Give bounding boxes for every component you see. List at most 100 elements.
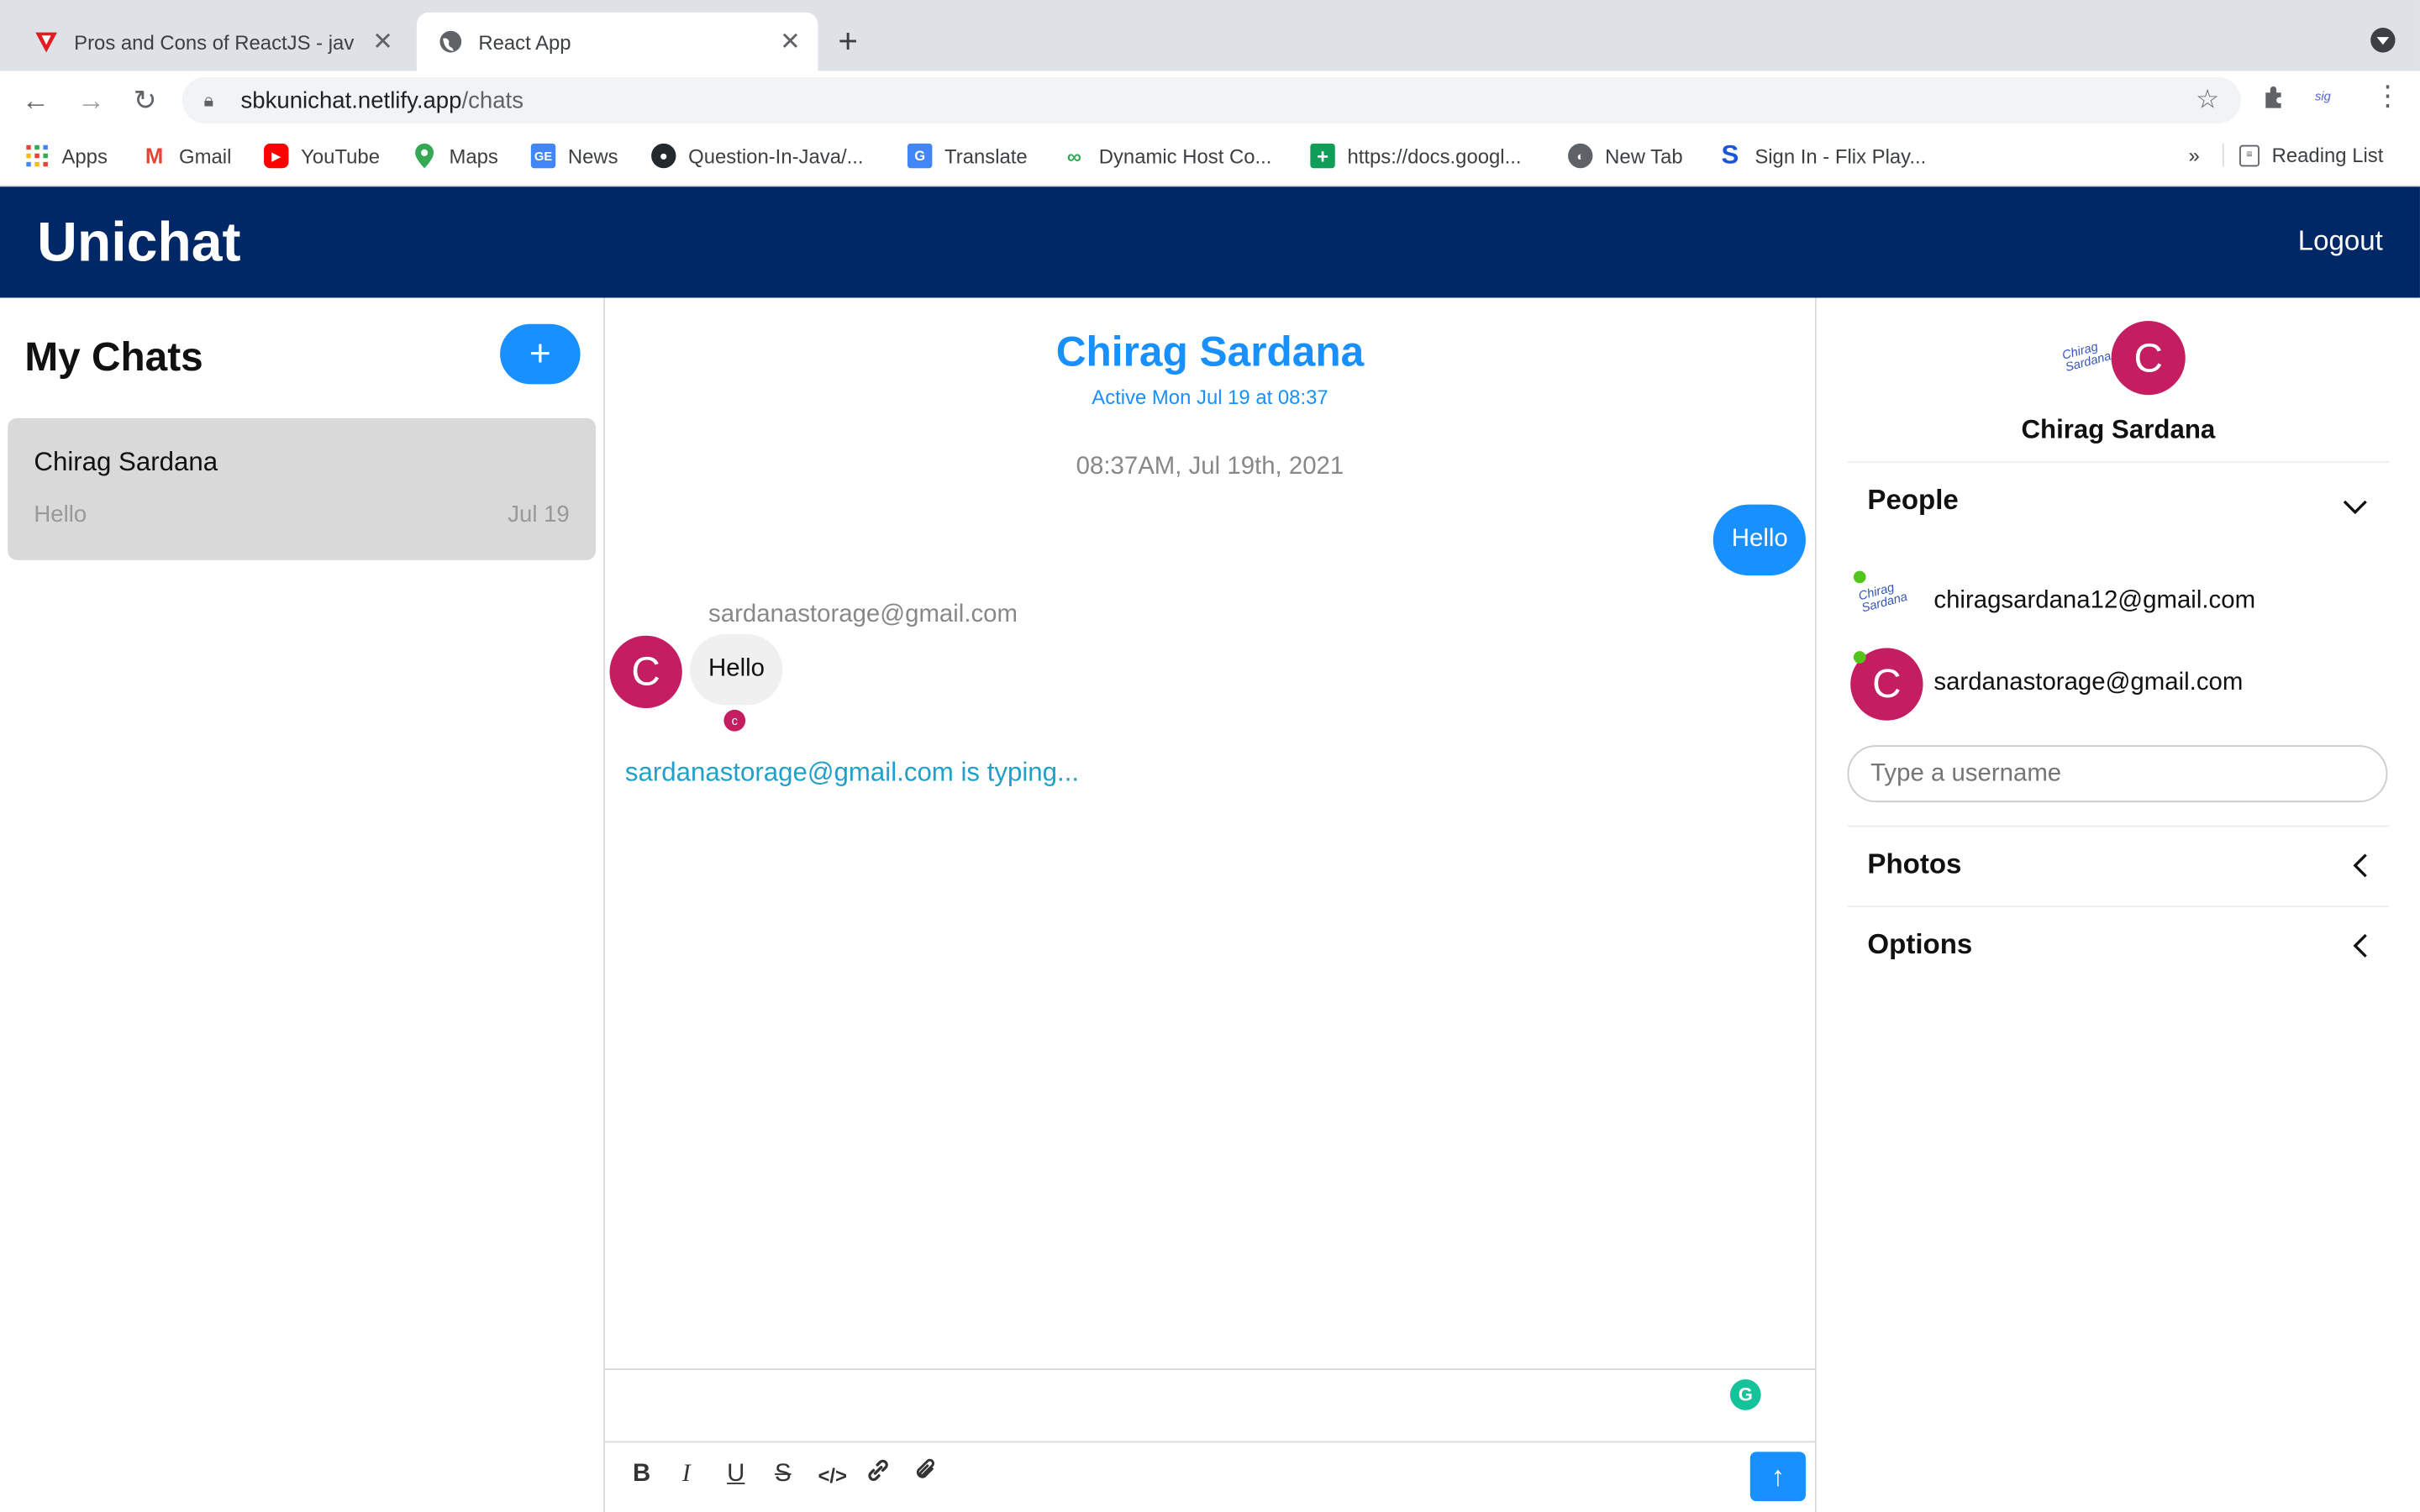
profile-avatar-icon[interactable]: sig <box>2315 90 2331 104</box>
bookmark-maps[interactable]: Maps <box>412 143 498 169</box>
bookmark-translate[interactable]: G Translate <box>907 143 1028 169</box>
tab-search-icon[interactable] <box>2370 28 2396 53</box>
sheets-icon: + <box>1310 143 1335 169</box>
chat-settings-name: Chirag Sardana <box>2021 415 2216 444</box>
maps-pin-icon <box>412 143 436 169</box>
bookmark-docs-google[interactable]: + https://docs.googl... <box>1310 143 1521 169</box>
person-email: sardanastorage@gmail.com <box>1933 669 2244 696</box>
section-title: Options <box>1867 928 1973 960</box>
github-icon: ● <box>651 143 676 169</box>
apps-grid-icon <box>24 144 49 168</box>
close-tab-icon[interactable]: ✕ <box>775 26 806 57</box>
tab-react-app[interactable]: React App ✕ <box>416 12 818 71</box>
send-button[interactable]: ↑ <box>1749 1452 1806 1502</box>
flix-s-icon: S <box>1721 140 1739 171</box>
tab-title: Pros and Cons of ReactJS - jav <box>74 29 355 54</box>
link-icon[interactable] <box>865 1457 892 1492</box>
browser-menu-icon[interactable]: ⋮ <box>2374 81 2402 113</box>
section-title: People <box>1867 484 1959 516</box>
browser-tabstrip: Pros and Cons of ReactJS - jav ✕ React A… <box>0 0 2420 71</box>
news-icon: GE <box>530 143 556 169</box>
chat-list-title: My Chats <box>24 333 203 380</box>
signature-avatar: Chirag Sardana <box>2060 339 2113 375</box>
reading-list[interactable]: ≡ Reading List <box>2222 143 2384 167</box>
bookmarks-bar: Apps M Gmail ▶ YouTube Maps GE News ● Questi… <box>0 129 2420 187</box>
grammarly-icon[interactable]: G <box>1729 1379 1761 1410</box>
new-tab-icon[interactable]: + <box>838 22 858 62</box>
bookmark-label: Gmail <box>179 144 232 168</box>
logout-button[interactable]: Logout <box>2298 225 2383 258</box>
their-message-bubble: Hello <box>690 633 784 706</box>
message-sender: sardanastorage@gmail.com <box>708 601 1018 628</box>
underline-icon[interactable]: U <box>727 1461 744 1488</box>
bookmark-label: New Tab <box>1605 144 1683 168</box>
signature-avatar: Chirag Sardana <box>1856 580 1909 616</box>
chat-list-panel: My Chats + Chirag Sardana Hello Jul 19 <box>0 297 605 1512</box>
reading-list-label: Reading List <box>2271 143 2384 167</box>
chat-card[interactable]: Chirag Sardana Hello Jul 19 <box>8 417 596 560</box>
italic-icon[interactable]: I <box>682 1461 691 1488</box>
avatar: C <box>609 635 682 709</box>
format-toolbar: B I U S </> ↑ <box>605 1441 1815 1511</box>
app-header: Unichat Logout <box>0 186 2420 298</box>
youtube-icon: ▶ <box>264 143 289 169</box>
bookmark-label: YouTube <box>301 144 381 168</box>
avatar: C <box>2111 321 2186 396</box>
attachment-icon[interactable] <box>912 1457 939 1492</box>
photos-section-header[interactable]: Photos <box>1847 825 2390 907</box>
chevron-down-icon <box>2343 491 2367 523</box>
chat-feed: Chirag Sardana Active Mon Jul 19 at 08:3… <box>604 297 1817 1512</box>
bookmark-label: Dynamic Host Co... <box>1098 144 1272 168</box>
forward-icon[interactable]: → <box>71 81 111 121</box>
app-brand: Unichat <box>37 209 241 274</box>
more-bookmarks[interactable]: » <box>2188 144 2199 167</box>
bookmark-label: Question-In-Java/... <box>688 144 864 168</box>
url-path: /chats <box>461 87 523 113</box>
online-indicator <box>1853 570 1866 584</box>
chat-card-date: Jul 19 <box>508 501 570 528</box>
translate-icon: G <box>907 143 933 169</box>
bookmark-dynamic-host[interactable]: ∞ Dynamic Host Co... <box>1062 144 1272 168</box>
online-indicator <box>1853 651 1866 664</box>
people-section-header[interactable]: People <box>1847 461 2390 555</box>
username-input[interactable] <box>1847 745 2388 803</box>
back-icon[interactable]: ← <box>15 81 55 121</box>
url-host: sbkunichat.netlify.app <box>240 87 462 113</box>
chat-settings-panel: Chirag Sardana C Chirag Sardana People Ch… <box>1816 297 2420 1512</box>
typing-indicator: sardanastorage@gmail.com is typing... <box>624 757 1080 787</box>
extensions-icon[interactable] <box>2261 83 2289 118</box>
bookmark-youtube[interactable]: ▶ YouTube <box>264 143 381 169</box>
bookmark-new-tab[interactable]: ◐ New Tab <box>1568 143 1683 169</box>
code-icon[interactable]: </> <box>818 1464 847 1488</box>
chat-title: Chirag Sardana <box>1055 328 1365 375</box>
bookmark-star-icon[interactable]: ☆ <box>2196 85 2219 116</box>
bookmark-label: Translate <box>944 144 1028 168</box>
bookmark-news[interactable]: GE News <box>530 143 618 169</box>
bookmark-question-in-java[interactable]: ● Question-In-Java/... <box>651 143 864 169</box>
chat-active-status: Active Mon Jul 19 at 08:37 <box>1092 386 1328 409</box>
address-bar[interactable]: 🔒︎ sbkunichat.netlify.app/chats ☆ <box>182 76 2241 123</box>
reading-list-icon: ≡ <box>2239 144 2260 166</box>
strikethrough-icon[interactable]: S <box>775 1461 792 1488</box>
globe-icon: ◐ <box>1568 143 1593 169</box>
my-message-bubble: Hello <box>1712 504 1807 576</box>
new-chat-button[interactable]: + <box>500 323 581 385</box>
section-title: Photos <box>1867 848 1962 879</box>
bookmark-gmail[interactable]: M Gmail <box>142 144 231 168</box>
close-tab-icon[interactable]: ✕ <box>367 26 398 57</box>
bookmark-label: Sign In - Flix Play... <box>1754 144 1927 168</box>
chat-card-name: Chirag Sardana <box>34 447 218 477</box>
bold-icon[interactable]: B <box>633 1461 650 1488</box>
options-section-header[interactable]: Options <box>1847 906 2390 987</box>
read-receipt-avatar: c <box>723 709 746 732</box>
globe-icon <box>439 29 463 54</box>
tab-pros-and-cons[interactable]: Pros and Cons of ReactJS - jav ✕ <box>13 13 411 71</box>
bookmark-apps[interactable]: Apps <box>24 144 108 168</box>
link-icon: ∞ <box>1066 144 1081 168</box>
gmail-icon: M <box>145 143 164 169</box>
bookmark-flix-play[interactable]: S Sign In - Flix Play... <box>1718 140 1927 171</box>
message-input[interactable]: G <box>604 1368 1815 1443</box>
browser-toolbar: ← → ↻ 🔒︎ sbkunichat.netlify.app/chats ☆ … <box>0 71 2420 130</box>
reload-icon[interactable]: ↻ <box>125 81 166 121</box>
bookmark-label: Apps <box>61 144 108 168</box>
